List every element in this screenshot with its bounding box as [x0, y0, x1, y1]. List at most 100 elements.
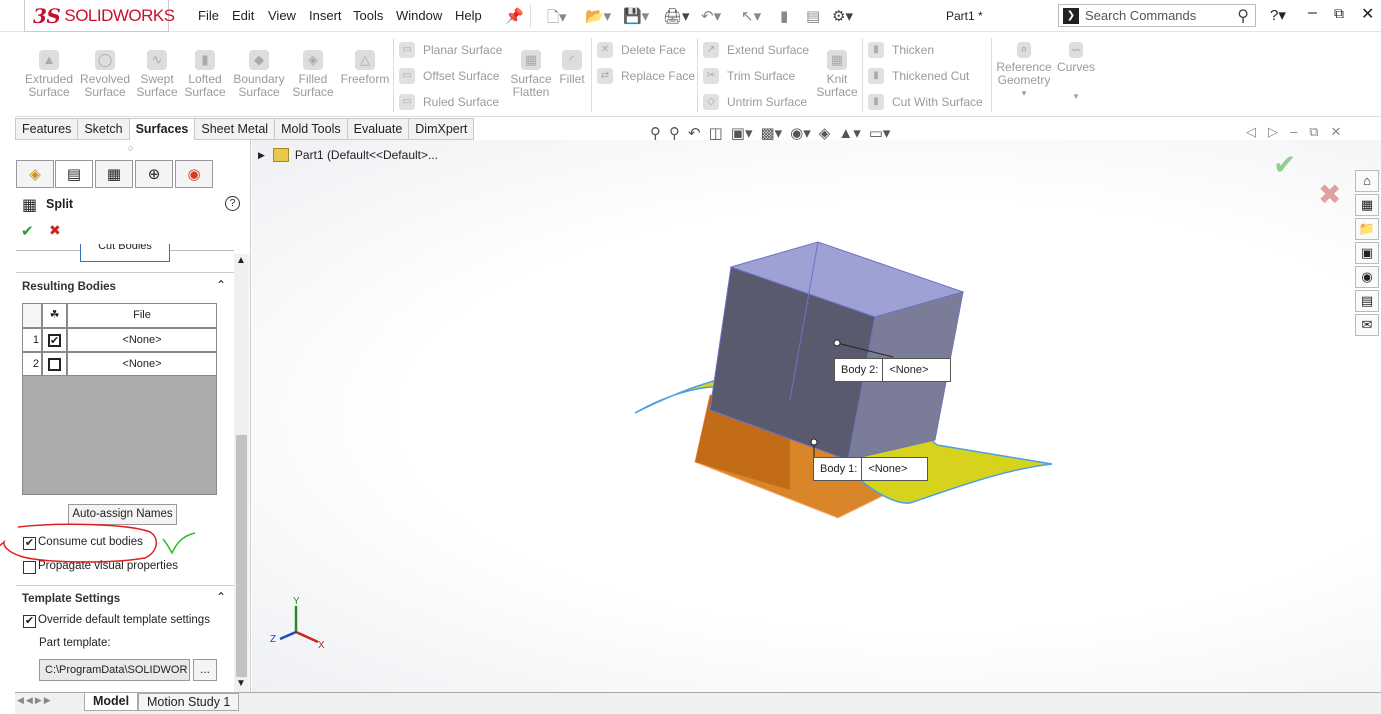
- row-2-select[interactable]: [42, 352, 67, 376]
- options-gear-icon[interactable]: ⚙▾: [832, 7, 853, 25]
- cancel-x-button[interactable]: ✖: [49, 222, 61, 239]
- tab-surfaces[interactable]: Surfaces: [129, 118, 196, 140]
- close-icon[interactable]: ✕: [1361, 4, 1374, 24]
- solidworks-resources-icon[interactable]: ⌂: [1355, 170, 1379, 192]
- menu-window[interactable]: Window: [396, 8, 442, 23]
- thickened-cut-button[interactable]: ▮ Thickened Cut: [868, 68, 969, 84]
- panel-splitter-grip[interactable]: ○: [128, 143, 133, 153]
- file-properties-icon[interactable]: ▤: [806, 7, 820, 25]
- zoom-to-fit-icon[interactable]: ⚲: [650, 124, 661, 142]
- untrim-surface-button[interactable]: ◇ Untrim Surface: [703, 94, 807, 110]
- hide-show-items-icon[interactable]: ◉▾: [790, 124, 811, 142]
- tab-features[interactable]: Features: [15, 118, 79, 140]
- expand-arrow-icon[interactable]: ▶: [258, 150, 265, 161]
- tab-model[interactable]: Model: [84, 693, 139, 711]
- override-template-label[interactable]: Override default template settings: [38, 614, 210, 626]
- row-1-file[interactable]: <None>: [67, 328, 217, 352]
- replace-face-button[interactable]: ⇄ Replace Face: [597, 68, 695, 84]
- save-icon[interactable]: 💾▾: [623, 7, 649, 25]
- boundary-surface-button[interactable]: ◆ Boundary Surface: [230, 50, 288, 99]
- fillet-button[interactable]: ◜ Fillet: [556, 50, 588, 86]
- search-commands-field[interactable]: ❯ Search Commands ⚲: [1058, 4, 1256, 27]
- display-manager-tab[interactable]: ◉: [175, 160, 213, 188]
- body-2-callout[interactable]: Body 2: <None>: [834, 358, 951, 382]
- select-arrow-icon[interactable]: ↖▾: [741, 7, 761, 25]
- menu-help[interactable]: Help: [455, 8, 482, 23]
- revolved-surface-button[interactable]: ◯ Revolved Surface: [80, 50, 130, 99]
- edit-appearance-icon[interactable]: ◈: [819, 124, 831, 142]
- ok-checkmark-icon[interactable]: ✔: [1273, 148, 1296, 181]
- body-2-callout-value[interactable]: <None>: [883, 364, 934, 376]
- menu-edit[interactable]: Edit: [232, 8, 254, 23]
- view-settings-icon[interactable]: ▭▾: [869, 124, 891, 142]
- part-template-path-field[interactable]: C:\ProgramData\SOLIDWOR: [39, 659, 190, 681]
- tab-dimxpert[interactable]: DimXpert: [409, 118, 475, 140]
- tab-motion-study-1[interactable]: Motion Study 1: [138, 693, 240, 711]
- ruled-surface-button[interactable]: ▭ Ruled Surface: [399, 94, 499, 110]
- pin-icon[interactable]: 📌: [505, 7, 524, 25]
- collapse-chevron-icon[interactable]: ⌃: [216, 278, 226, 292]
- menu-view[interactable]: View: [268, 8, 296, 23]
- cancel-x-icon[interactable]: ✖: [1318, 178, 1341, 211]
- tab-scroll-arrows-icon[interactable]: ◀◀▶▶: [17, 695, 53, 706]
- new-document-icon[interactable]: 🗋▾: [547, 7, 567, 32]
- scroll-down-icon[interactable]: ▼: [236, 678, 246, 689]
- ok-check-button[interactable]: ✔: [21, 222, 34, 240]
- viewport-minimize-icon[interactable]: –: [1290, 124, 1297, 140]
- help-question-icon[interactable]: ?: [225, 196, 240, 211]
- configuration-manager-tab[interactable]: ▦: [95, 160, 133, 188]
- body-1-callout-value[interactable]: <None>: [862, 463, 913, 475]
- custom-properties-icon[interactable]: ▤: [1355, 290, 1379, 312]
- forum-icon[interactable]: ✉: [1355, 314, 1379, 336]
- apply-scene-icon[interactable]: ▲▾: [838, 124, 860, 142]
- view-orientation-icon[interactable]: ▣▾: [731, 124, 753, 142]
- freeform-button[interactable]: △ Freeform: [340, 50, 390, 86]
- restore-icon[interactable]: ⧉: [1334, 5, 1344, 22]
- extend-surface-button[interactable]: ↗ Extend Surface: [703, 42, 809, 58]
- feature-manager-tab[interactable]: ◈: [16, 160, 54, 188]
- thicken-button[interactable]: ▮ Thicken: [868, 42, 934, 58]
- search-icon[interactable]: ⚲: [1237, 6, 1249, 26]
- cut-bodies-button[interactable]: Cut Bodies: [80, 244, 170, 262]
- menu-insert[interactable]: Insert: [309, 8, 342, 23]
- trim-surface-button[interactable]: ✂ Trim Surface: [703, 68, 795, 84]
- reference-geometry-button[interactable]: ⚬ Reference Geometry ▾: [996, 42, 1052, 100]
- file-explorer-icon[interactable]: 📁: [1355, 218, 1379, 240]
- minimize-icon[interactable]: –: [1308, 4, 1317, 22]
- menu-tools[interactable]: Tools: [353, 8, 383, 23]
- undo-icon[interactable]: ↶▾: [701, 7, 721, 25]
- viewport-restore-icon[interactable]: ⧉: [1309, 124, 1318, 140]
- delete-face-button[interactable]: ✕ Delete Face: [597, 42, 686, 58]
- rebuild-icon[interactable]: ▮: [780, 7, 788, 25]
- tab-mold-tools[interactable]: Mold Tools: [275, 118, 348, 140]
- viewport-next-icon[interactable]: ▷: [1268, 124, 1278, 140]
- viewport-prev-icon[interactable]: ◁: [1246, 124, 1256, 140]
- planar-surface-button[interactable]: ▭ Planar Surface: [399, 42, 502, 58]
- open-folder-icon[interactable]: 📂▾: [585, 7, 611, 25]
- collapse-chevron-icon[interactable]: ⌃: [216, 590, 226, 604]
- view-palette-icon[interactable]: ▣: [1355, 242, 1379, 264]
- row-2-checkbox[interactable]: [48, 357, 61, 371]
- row-1-checkbox[interactable]: ✔: [48, 333, 61, 347]
- body-1-callout[interactable]: Body 1: <None>: [813, 457, 928, 481]
- knit-surface-button[interactable]: ▦ Knit Surface: [814, 50, 860, 99]
- row-2-file[interactable]: <None>: [67, 352, 217, 376]
- tab-sketch[interactable]: Sketch: [78, 118, 130, 140]
- extruded-surface-button[interactable]: ▲ Extruded Surface: [24, 50, 74, 99]
- offset-surface-button[interactable]: ▭ Offset Surface: [399, 68, 499, 84]
- property-manager-tab[interactable]: ▤: [55, 160, 93, 188]
- print-icon[interactable]: 🖨▾: [663, 7, 690, 25]
- row-1-select[interactable]: ✔: [42, 328, 67, 352]
- filled-surface-button[interactable]: ◈ Filled Surface: [290, 50, 336, 99]
- section-view-icon[interactable]: ◫: [709, 124, 723, 142]
- tab-sheet-metal[interactable]: Sheet Metal: [195, 118, 276, 140]
- scrollbar-thumb[interactable]: [236, 435, 247, 677]
- override-template-checkbox[interactable]: ✔: [23, 615, 36, 628]
- previous-view-icon[interactable]: ↶: [688, 124, 701, 142]
- menu-file[interactable]: File: [198, 8, 219, 23]
- solidworks-logo[interactable]: 3S SOLIDWORKS: [24, 0, 175, 32]
- scroll-up-icon[interactable]: ▲: [236, 255, 246, 266]
- zoom-to-area-icon[interactable]: ⚲: [669, 124, 680, 142]
- browse-button[interactable]: ...: [193, 659, 217, 681]
- surface-flatten-button[interactable]: ▦ Surface Flatten: [508, 50, 554, 99]
